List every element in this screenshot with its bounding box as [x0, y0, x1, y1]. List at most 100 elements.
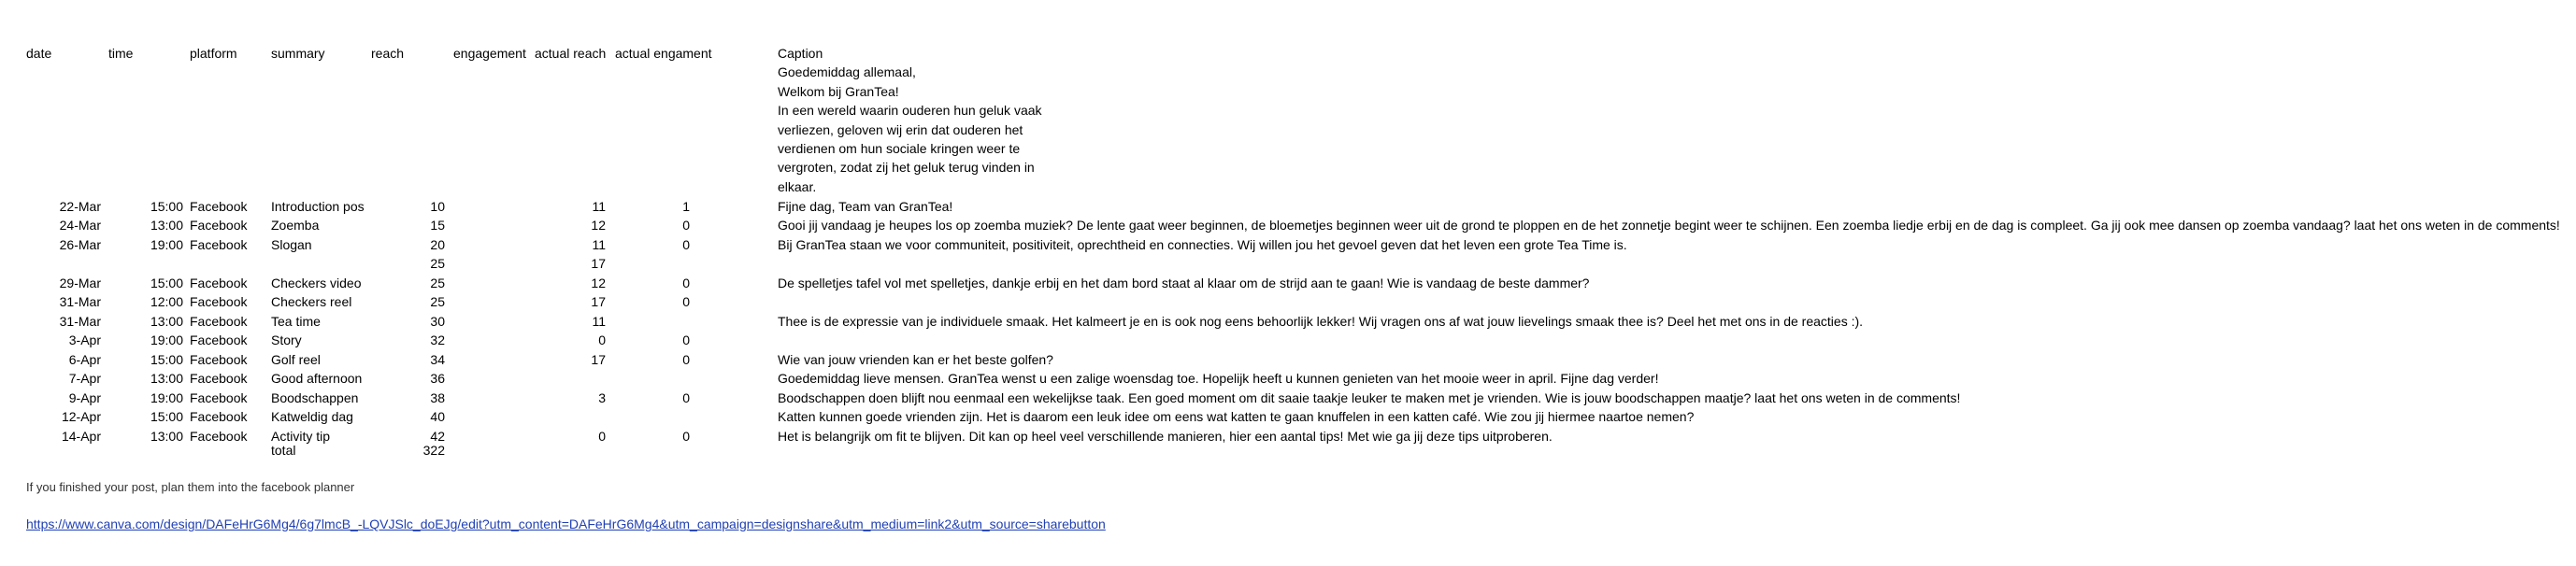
cell-summary[interactable]: Zoemba: [271, 216, 365, 234]
cell-engagement[interactable]: [453, 254, 528, 273]
cell-platform[interactable]: Facebook: [190, 427, 265, 446]
cell-engagement[interactable]: [453, 274, 528, 292]
intro-caption-line[interactable]: verliezen, geloven wij erin dat ouderen …: [778, 120, 1023, 139]
cell-reach[interactable]: 20: [374, 235, 445, 254]
cell-actual-engagement[interactable]: 0: [617, 427, 690, 446]
cell-actual-engagement[interactable]: 0: [617, 235, 690, 254]
intro-caption-line[interactable]: vergroten, zodat zij het geluk terug vin…: [778, 158, 1035, 177]
cell-reach[interactable]: 15: [374, 216, 445, 234]
cell-summary[interactable]: Golf reel: [271, 350, 365, 369]
cell-reach[interactable]: 38: [374, 389, 445, 407]
cell-platform[interactable]: Facebook: [190, 389, 265, 407]
cell-actual-reach[interactable]: [533, 407, 606, 426]
cell-actual-reach[interactable]: 3: [533, 389, 606, 407]
cell-summary[interactable]: Checkers reel: [271, 292, 365, 311]
cell-actual-engagement[interactable]: [617, 369, 690, 388]
cell-actual-reach[interactable]: 11: [533, 197, 606, 216]
cell-actual-reach[interactable]: 0: [533, 427, 606, 446]
cell-actual-reach[interactable]: 17: [533, 292, 606, 311]
planner-note[interactable]: If you finished your post, plan them int…: [26, 478, 354, 497]
cell-date[interactable]: 24-Mar: [19, 216, 101, 234]
header-platform[interactable]: platform: [190, 44, 237, 63]
cell-platform[interactable]: Facebook: [190, 331, 265, 349]
cell-reach[interactable]: 25: [374, 292, 445, 311]
cell-caption[interactable]: Goedemiddag lieve mensen. GranTea wenst …: [778, 369, 1658, 388]
cell-caption[interactable]: Het is belangrijk om fit te blijven. Dit…: [778, 427, 1553, 446]
cell-engagement[interactable]: [453, 216, 528, 234]
cell-caption[interactable]: Bij GranTea staan we voor communiteit, p…: [778, 235, 1627, 254]
cell-actual-reach[interactable]: 12: [533, 216, 606, 234]
cell-summary[interactable]: Good afternoon: [271, 369, 365, 388]
cell-date[interactable]: 29-Mar: [19, 274, 101, 292]
cell-date[interactable]: 31-Mar: [19, 292, 101, 311]
cell-date[interactable]: 22-Mar: [19, 197, 101, 216]
cell-date[interactable]: 9-Apr: [19, 389, 101, 407]
cell-time[interactable]: 13:00: [101, 427, 183, 446]
cell-time[interactable]: [101, 254, 183, 273]
cell-caption[interactable]: Thee is de expressie van je individuele …: [778, 312, 1863, 331]
cell-time[interactable]: 13:00: [101, 312, 183, 331]
cell-engagement[interactable]: [453, 369, 528, 388]
intro-caption-line[interactable]: Welkom bij GranTea!: [778, 82, 899, 101]
cell-summary[interactable]: Introduction post: [271, 197, 365, 216]
cell-actual-engagement[interactable]: 0: [617, 389, 690, 407]
cell-reach[interactable]: 36: [374, 369, 445, 388]
cell-actual-engagement[interactable]: 0: [617, 350, 690, 369]
cell-summary[interactable]: Slogan: [271, 235, 365, 254]
cell-date[interactable]: 12-Apr: [19, 407, 101, 426]
cell-summary[interactable]: Tea time: [271, 312, 365, 331]
cell-date[interactable]: 6-Apr: [19, 350, 101, 369]
cell-time[interactable]: 15:00: [101, 197, 183, 216]
cell-actual-reach[interactable]: 0: [533, 331, 606, 349]
cell-caption[interactable]: Fijne dag, Team van GranTea!: [778, 197, 952, 216]
cell-engagement[interactable]: [453, 350, 528, 369]
cell-actual-engagement[interactable]: 0: [617, 274, 690, 292]
cell-time[interactable]: 15:00: [101, 350, 183, 369]
cell-caption[interactable]: Katten kunnen goede vrienden zijn. Het i…: [778, 407, 1694, 426]
intro-caption-line[interactable]: In een wereld waarin ouderen hun geluk v…: [778, 101, 1042, 120]
cell-platform[interactable]: Facebook: [190, 197, 265, 216]
header-summary[interactable]: summary: [271, 44, 325, 63]
cell-caption[interactable]: Gooi jij vandaag je heupes los op zoemba…: [778, 216, 2560, 234]
intro-caption-line[interactable]: verdienen om hun sociale kringen weer te: [778, 139, 1020, 158]
cell-actual-reach[interactable]: 12: [533, 274, 606, 292]
cell-date[interactable]: 14-Apr: [19, 427, 101, 446]
cell-time[interactable]: 13:00: [101, 369, 183, 388]
cell-time[interactable]: 19:00: [101, 235, 183, 254]
cell-summary[interactable]: Story: [271, 331, 365, 349]
cell-actual-engagement[interactable]: [617, 312, 690, 331]
cell-platform[interactable]: Facebook: [190, 312, 265, 331]
header-caption[interactable]: Caption: [778, 44, 823, 63]
cell-summary[interactable]: Checkers video: [271, 274, 365, 292]
cell-platform[interactable]: [190, 254, 265, 273]
cell-reach[interactable]: 40: [374, 407, 445, 426]
cell-caption[interactable]: Wie van jouw vrienden kan er het beste g…: [778, 350, 1053, 369]
cell-time[interactable]: 15:00: [101, 407, 183, 426]
cell-time[interactable]: 19:00: [101, 331, 183, 349]
cell-caption[interactable]: De spelletjes tafel vol met spelletjes, …: [778, 274, 1589, 292]
cell-time[interactable]: 13:00: [101, 216, 183, 234]
cell-summary[interactable]: Boodschappen: [271, 389, 365, 407]
cell-engagement[interactable]: [453, 197, 528, 216]
cell-date[interactable]: 31-Mar: [19, 312, 101, 331]
cell-engagement[interactable]: [453, 331, 528, 349]
header-engagement[interactable]: engagement: [453, 44, 526, 63]
header-actual-engagement[interactable]: actual engament: [615, 44, 712, 63]
cell-actual-engagement[interactable]: 0: [617, 216, 690, 234]
cell-actual-engagement[interactable]: [617, 254, 690, 273]
cell-actual-engagement[interactable]: 0: [617, 292, 690, 311]
cell-platform[interactable]: Facebook: [190, 369, 265, 388]
cell-platform[interactable]: Facebook: [190, 274, 265, 292]
cell-date[interactable]: 7-Apr: [19, 369, 101, 388]
cell-engagement[interactable]: [453, 312, 528, 331]
cell-actual-reach[interactable]: 11: [533, 312, 606, 331]
cell-reach[interactable]: 25: [374, 274, 445, 292]
cell-platform[interactable]: Facebook: [190, 407, 265, 426]
cell-reach[interactable]: 10: [374, 197, 445, 216]
cell-date[interactable]: 26-Mar: [19, 235, 101, 254]
header-date[interactable]: date: [26, 44, 51, 63]
total-value[interactable]: 322: [374, 441, 445, 460]
cell-actual-engagement[interactable]: 0: [617, 331, 690, 349]
cell-actual-reach[interactable]: [533, 369, 606, 388]
cell-actual-reach[interactable]: 17: [533, 254, 606, 273]
